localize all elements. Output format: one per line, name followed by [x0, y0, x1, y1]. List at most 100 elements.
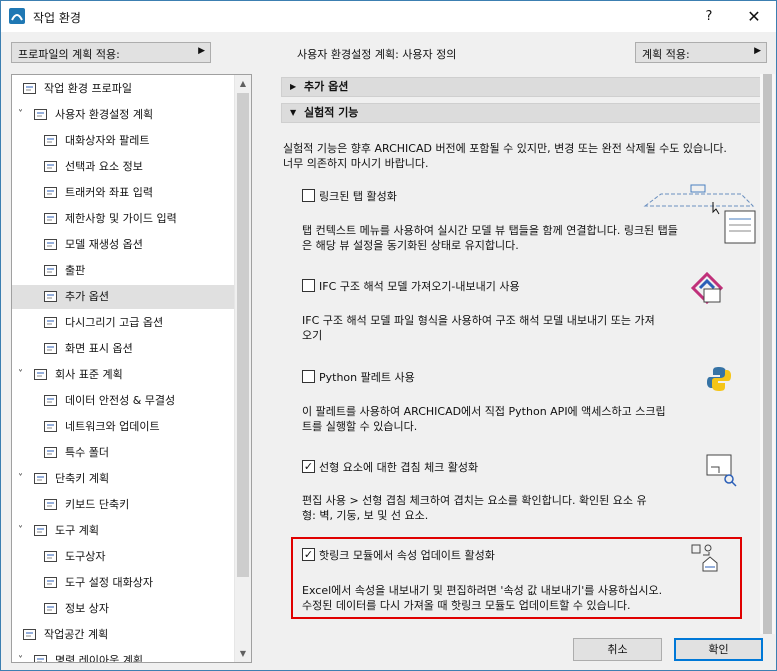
cancel-button[interactable]: 취소 [573, 638, 662, 661]
tree-item-label: 회사 표준 계획 [55, 368, 123, 381]
tree-item[interactable]: 키보드 단축키 [12, 493, 234, 517]
tree-item-label: 모델 재생성 옵션 [65, 238, 143, 251]
apply-plan-button[interactable]: 계획 적용: ▶ [635, 42, 767, 63]
scroll-down-icon[interactable]: ▼ [235, 645, 251, 662]
title-bar: 작업 환경 ? ✕ [1, 1, 776, 32]
publish-icon [44, 265, 57, 276]
tree-item[interactable]: 출판 [12, 259, 234, 283]
tree-item[interactable]: 다시그리기 고급 옵션 [12, 311, 234, 335]
tree-item[interactable]: 모델 재생성 옵션 [12, 233, 234, 257]
play-icon: ▶ [754, 46, 761, 56]
tree-item[interactable]: 선택과 요소 정보 [12, 155, 234, 179]
chevron-down-icon[interactable]: ˅ [18, 363, 23, 387]
tools-icon [34, 525, 47, 536]
tree-item-label: 작업공간 계획 [44, 628, 109, 641]
tree-scrollbar[interactable]: ▲ ▼ [234, 75, 251, 662]
ifc-desc: IFC 구조 해석 모델 파일 형식을 사용하여 구조 해석 모델 내보내기 또… [302, 313, 655, 343]
tree-item[interactable]: ˅ 사용자 환경설정 계획 [12, 103, 234, 127]
python-desc: 이 팔레트를 사용하여 ARCHICAD에서 직접 Python API에 액세… [302, 404, 666, 434]
tree-item-label: 도구 계획 [55, 524, 99, 537]
xyz-icon [44, 187, 57, 198]
python-checkbox[interactable] [302, 370, 315, 383]
section-extra-options[interactable]: ▶ 추가 옵션 [281, 77, 761, 97]
desc-line: 트를 실행할 수 있습니다. [302, 420, 418, 433]
desc-line: IFC 구조 해석 모델 파일 형식을 사용하여 구조 해석 모델 내보내기 또… [302, 314, 655, 327]
tree-item-label: 작업 환경 프로파일 [44, 82, 132, 95]
section-experimental[interactable]: ▼ 실험적 기능 [281, 103, 761, 123]
linked-tabs-desc: 탭 컨텍스트 메뉴를 사용하여 실시간 모델 뷰 탭들을 함께 연결합니다. 링… [302, 223, 678, 253]
data-icon [44, 395, 57, 406]
tree-item-label: 특수 폴더 [65, 446, 109, 459]
tree-item[interactable]: ˅ 회사 표준 계획 [12, 363, 234, 387]
tree-item[interactable]: ˅ 도구 계획 [12, 519, 234, 543]
apply-plan-label: 계획 적용: [642, 48, 690, 61]
options-scroll-thumb[interactable] [763, 74, 772, 634]
tree-item[interactable]: 트래커와 좌표 입력 [12, 181, 234, 205]
tree-item-label: 출판 [65, 264, 86, 277]
scroll-thumb[interactable] [237, 93, 249, 577]
tree-item-label: 제한사항 및 가이드 입력 [65, 212, 177, 225]
tree-item-label: 명령 레이아웃 계획 [55, 654, 143, 663]
keyboard-icon [44, 499, 57, 510]
bricks-icon [44, 239, 57, 250]
ifc-label[interactable]: IFC 구조 해석 모델 가져오기-내보내기 사용 [319, 278, 520, 294]
tree-item-label: 추가 옵션 [65, 290, 109, 303]
play-icon: ▶ [198, 46, 205, 56]
ok-button[interactable]: 확인 [674, 638, 763, 661]
user-prefs-icon [34, 109, 47, 120]
tree-item[interactable]: 작업 환경 프로파일 [12, 77, 234, 101]
desc-line: 이 팔레트를 사용하여 ARCHICAD에서 직접 Python API에 액세… [302, 405, 666, 418]
apply-profile-button[interactable]: 프로파일의 계획 적용: ▶ [11, 42, 211, 63]
desc-line: 탭 컨텍스트 메뉴를 사용하여 실시간 모델 뷰 탭들을 함께 연결합니다. 링… [302, 224, 678, 237]
overlap-check-icon [706, 454, 737, 487]
tree-item[interactable]: ˅ 단축키 계획 [12, 467, 234, 491]
tree-item[interactable]: 작업공간 계획 [12, 623, 234, 647]
chevron-down-icon[interactable]: ˅ [18, 103, 23, 127]
chevron-down-icon[interactable]: ˅ [18, 649, 23, 662]
command-layout-icon [34, 655, 47, 662]
tree-item[interactable]: 대화상자와 팔레트 [12, 129, 234, 153]
tree-item[interactable]: 도구상자 [12, 545, 234, 569]
tree-item[interactable]: ˅ 명령 레이아웃 계획 [12, 649, 234, 663]
python-label[interactable]: Python 팔레트 사용 [319, 369, 415, 385]
close-button[interactable]: ✕ [739, 6, 769, 28]
tree-item[interactable]: 데이터 안전성 & 무결성 [12, 389, 234, 413]
tree-item-label: 단축키 계획 [55, 472, 110, 485]
chevron-down-icon[interactable]: ˅ [18, 467, 23, 491]
linked-tabs-checkbox[interactable] [302, 189, 315, 202]
tree-item[interactable]: 네트워크와 업데이트 [12, 415, 234, 439]
desc-line: 형: 벽, 기둥, 보 및 선 요소. [302, 509, 429, 522]
selection-icon [44, 161, 57, 172]
globe-icon [44, 421, 57, 432]
scroll-up-icon[interactable]: ▲ [235, 75, 251, 92]
tool-settings-icon [44, 577, 57, 588]
tree-item[interactable]: 특수 폴더 [12, 441, 234, 465]
intro-line: 너무 의존하지 마시기 바랍니다. [283, 157, 429, 170]
tree-item[interactable]: 제한사항 및 가이드 입력 [12, 207, 234, 231]
options-scrollbar[interactable] [760, 74, 775, 634]
chevron-down-icon: ▼ [290, 108, 297, 117]
linked-tabs-label[interactable]: 링크된 탭 활성화 [319, 188, 397, 204]
tree-item-label: 사용자 환경설정 계획 [55, 108, 154, 121]
chevron-down-icon[interactable]: ˅ [18, 519, 23, 543]
tree-item[interactable]: 정보 상자 [12, 597, 234, 621]
intro-line: 실험적 기능은 향후 ARCHICAD 버전에 포함될 수 있지만, 변경 또는… [283, 142, 727, 155]
overlap-check-label[interactable]: 선형 요소에 대한 겹침 체크 활성화 [319, 459, 478, 475]
toolbox-icon [44, 551, 57, 562]
workspace-icon [23, 629, 36, 640]
window-title: 작업 환경 [33, 11, 81, 25]
tree-item-label: 정보 상자 [65, 602, 109, 615]
tree-item[interactable]: 화면 표시 옵션 [12, 337, 234, 361]
apply-profile-label: 프로파일의 계획 적용: [18, 48, 120, 61]
overlap-check-checkbox[interactable]: ✓ [302, 460, 315, 473]
company-icon [34, 369, 47, 380]
tree-item[interactable]: 추가 옵션 [12, 285, 234, 309]
preferences-tree[interactable]: ˅ 명령 레이아웃 계획 작업공간 계획 정보 상자 도구 설정 대화상자 도구상자 ˅ 도구… [11, 74, 252, 663]
chevron-right-icon: ▶ [290, 82, 297, 91]
desc-line: 오기 [302, 329, 323, 342]
help-button[interactable]: ? [697, 6, 721, 28]
tree-item[interactable]: 도구 설정 대화상자 [12, 571, 234, 595]
ifc-icon [690, 271, 724, 305]
desc-line: 은 해당 뷰 설정을 동기화된 상태로 유지합니다. [302, 239, 519, 252]
ifc-checkbox[interactable] [302, 279, 315, 292]
